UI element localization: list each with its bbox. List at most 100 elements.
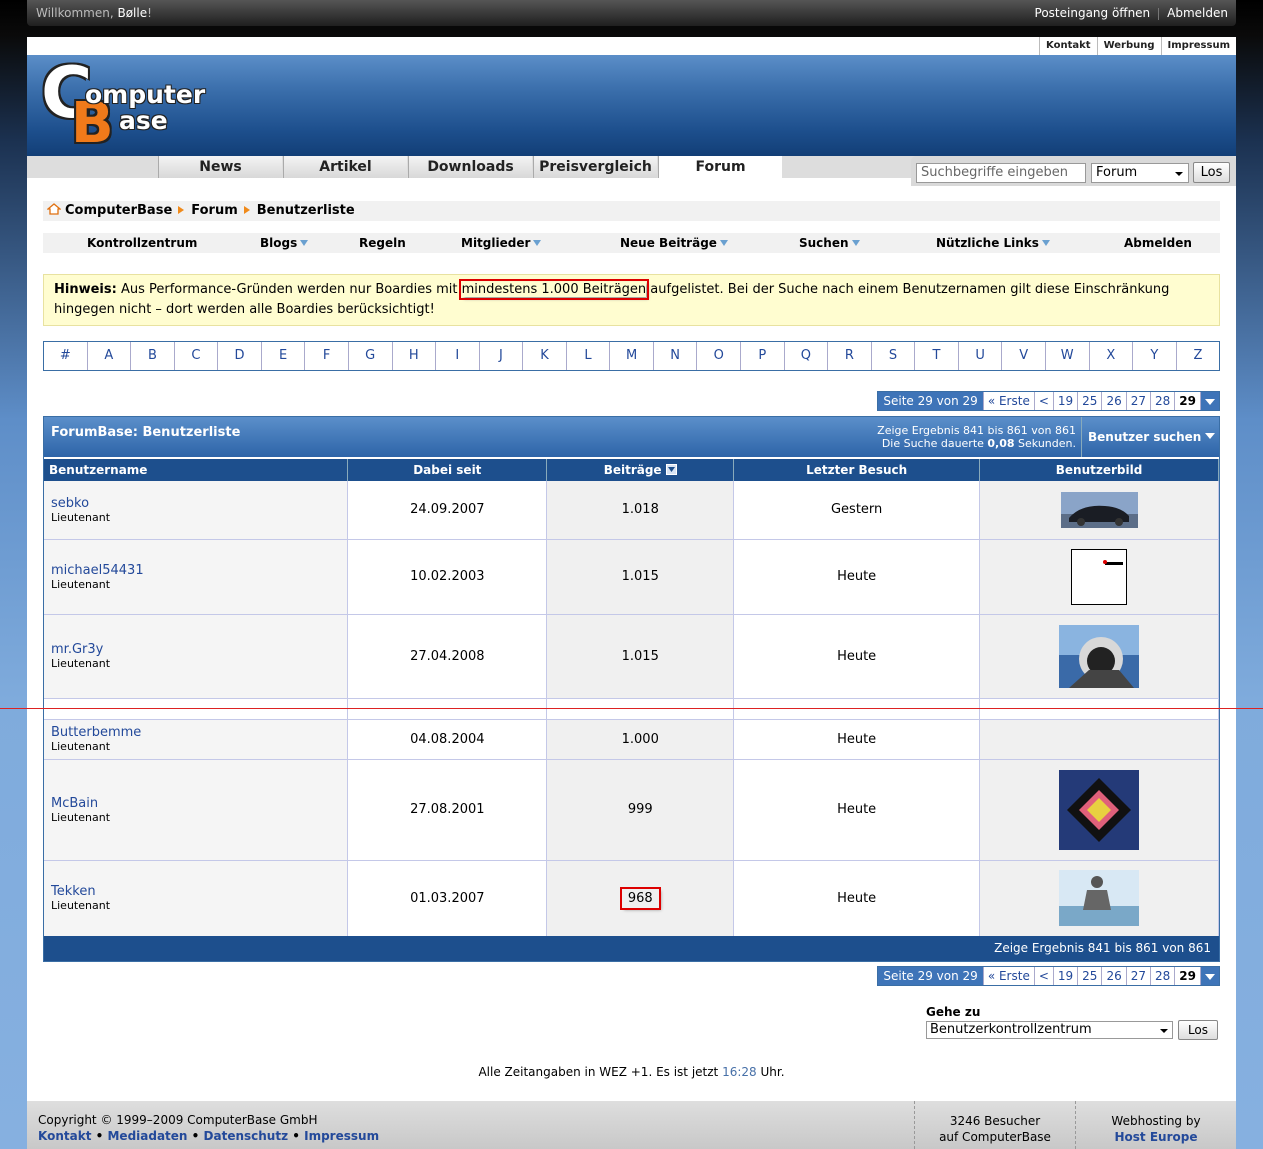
letter-link[interactable]: W	[1046, 342, 1090, 370]
page-first-link[interactable]: « Erste	[983, 967, 1035, 985]
letter-link[interactable]: D	[218, 342, 262, 370]
letter-link[interactable]: B	[131, 342, 175, 370]
letter-link[interactable]: #	[44, 342, 88, 370]
logout-link[interactable]: Abmelden	[1167, 6, 1228, 20]
home-icon[interactable]	[47, 203, 61, 215]
username-link[interactable]: michael54431	[51, 563, 347, 578]
page-jump-dropdown-icon[interactable]	[1201, 967, 1219, 985]
page-link[interactable]: 26	[1102, 967, 1127, 985]
page-first-link[interactable]: « Erste	[983, 392, 1035, 410]
forum-jump-button[interactable]: Los	[1178, 1020, 1218, 1040]
letter-link[interactable]: A	[88, 342, 132, 370]
letter-link[interactable]: C	[175, 342, 219, 370]
footer-link-datenschutz[interactable]: Datenschutz	[204, 1129, 289, 1143]
nav-news[interactable]: News	[158, 156, 282, 178]
letter-link[interactable]: P	[741, 342, 785, 370]
page-link[interactable]: 19	[1053, 967, 1079, 985]
copyright: Copyright © 1999–2009 ComputerBase GmbH	[38, 1113, 318, 1127]
avatar-image[interactable]	[1060, 491, 1138, 528]
host-europe-link[interactable]: Host Europe	[1115, 1130, 1198, 1144]
page-link[interactable]: 28	[1151, 392, 1176, 410]
col-last-visit[interactable]: Letzter Besuch	[733, 459, 981, 481]
time-info: Alle Zeitangaben in WEZ +1. Es ist jetzt…	[478, 1065, 785, 1079]
letter-link[interactable]: O	[697, 342, 741, 370]
letter-link[interactable]: F	[305, 342, 349, 370]
letter-link[interactable]: R	[828, 342, 872, 370]
username-link[interactable]: mr.Gr3y	[51, 642, 347, 657]
footer-link-kontakt[interactable]: Kontakt	[38, 1129, 91, 1143]
subnav-blogs[interactable]: Blogs	[260, 233, 309, 253]
letter-link[interactable]: L	[567, 342, 611, 370]
letter-link[interactable]: I	[436, 342, 480, 370]
letter-link[interactable]: M	[610, 342, 654, 370]
breadcrumb-computerbase[interactable]: ComputerBase	[65, 203, 172, 218]
page-link[interactable]: 27	[1126, 967, 1152, 985]
username-link[interactable]: Butterbemme	[51, 725, 347, 740]
visitor-count: 3246 Besucher auf ComputerBase	[914, 1101, 1076, 1149]
page-link[interactable]: 27	[1126, 392, 1152, 410]
advertising-link[interactable]: Werbung	[1096, 37, 1161, 55]
page-prev-link[interactable]: <	[1034, 392, 1054, 410]
subnav-nuetzliche-links[interactable]: Nützliche Links	[936, 233, 1050, 253]
letter-link[interactable]: Z	[1177, 342, 1220, 370]
subnav-suchen[interactable]: Suchen	[799, 233, 860, 253]
letter-link[interactable]: H	[393, 342, 437, 370]
avatar-image[interactable]	[1059, 624, 1140, 688]
user-search-button[interactable]: Benutzer suchen	[1081, 417, 1219, 457]
subnav-kontrollzentrum[interactable]: Kontrollzentrum	[87, 233, 197, 253]
avatar-image[interactable]	[1071, 548, 1128, 605]
subnav-abmelden[interactable]: Abmelden	[1124, 233, 1192, 253]
page-link[interactable]: 19	[1053, 392, 1079, 410]
page-link[interactable]: 26	[1102, 392, 1127, 410]
letter-link[interactable]: Q	[785, 342, 829, 370]
letter-link[interactable]: U	[959, 342, 1003, 370]
username[interactable]: Bølle	[117, 6, 147, 20]
letter-link[interactable]: V	[1002, 342, 1046, 370]
subnav-regeln[interactable]: Regeln	[359, 233, 406, 253]
avatar-empty	[979, 719, 1219, 760]
forum-jump-select[interactable]: Benutzerkontrollzentrum	[926, 1021, 1173, 1039]
username-link[interactable]: McBain	[51, 796, 347, 811]
avatar-image[interactable]	[1059, 769, 1140, 850]
table-row: Butterbemme Lieutenant 04.08.2004 1.000 H…	[44, 719, 1219, 760]
letter-link[interactable]: E	[262, 342, 306, 370]
page-link[interactable]: 25	[1078, 967, 1103, 985]
search-button[interactable]: Los	[1193, 162, 1230, 183]
letter-link[interactable]: J	[480, 342, 524, 370]
nav-preisvergleich[interactable]: Preisvergleich	[533, 156, 657, 178]
page-jump-dropdown-icon[interactable]	[1201, 392, 1219, 410]
chevron-down-icon	[1205, 433, 1216, 444]
footer-link-mediadaten[interactable]: Mediadaten	[107, 1129, 187, 1143]
inbox-link[interactable]: Posteingang öffnen	[1035, 6, 1151, 20]
contact-link[interactable]: Kontakt	[1039, 37, 1097, 55]
letter-link[interactable]: K	[523, 342, 567, 370]
page-link[interactable]: 25	[1078, 392, 1103, 410]
letter-link[interactable]: Y	[1133, 342, 1177, 370]
subnav-mitglieder[interactable]: Mitglieder	[461, 233, 542, 253]
col-posts[interactable]: Beiträge	[546, 459, 735, 481]
page-prev-link[interactable]: <	[1034, 967, 1054, 985]
user-rank: Lieutenant	[51, 510, 111, 524]
computerbase-logo[interactable]: C B omputer ase	[41, 58, 241, 153]
avatar-image[interactable]	[1059, 870, 1140, 926]
letter-link[interactable]: T	[915, 342, 959, 370]
col-since[interactable]: Dabei seit	[347, 459, 548, 481]
page-link[interactable]: 28	[1151, 967, 1176, 985]
breadcrumb-forum[interactable]: Forum	[191, 203, 238, 218]
letter-link[interactable]: X	[1090, 342, 1134, 370]
subnav-neue-beitraege[interactable]: Neue Beiträge	[620, 233, 728, 253]
letter-link[interactable]: G	[349, 342, 393, 370]
username-link[interactable]: sebko	[51, 496, 347, 511]
col-username[interactable]: Benutzername	[44, 459, 349, 481]
imprint-link[interactable]: Impressum	[1160, 37, 1236, 55]
nav-artikel[interactable]: Artikel	[283, 156, 407, 178]
nav-forum[interactable]: Forum	[658, 156, 782, 178]
nav-downloads[interactable]: Downloads	[408, 156, 532, 178]
letter-link[interactable]: N	[654, 342, 698, 370]
letter-link[interactable]: S	[872, 342, 916, 370]
footer-link-impressum[interactable]: Impressum	[304, 1129, 379, 1143]
username-link[interactable]: Tekken	[51, 884, 347, 899]
search-scope-select[interactable]: Forum	[1091, 163, 1189, 183]
search-input[interactable]: Suchbegriffe eingeben	[916, 163, 1086, 183]
user-rank: Lieutenant	[51, 657, 111, 670]
